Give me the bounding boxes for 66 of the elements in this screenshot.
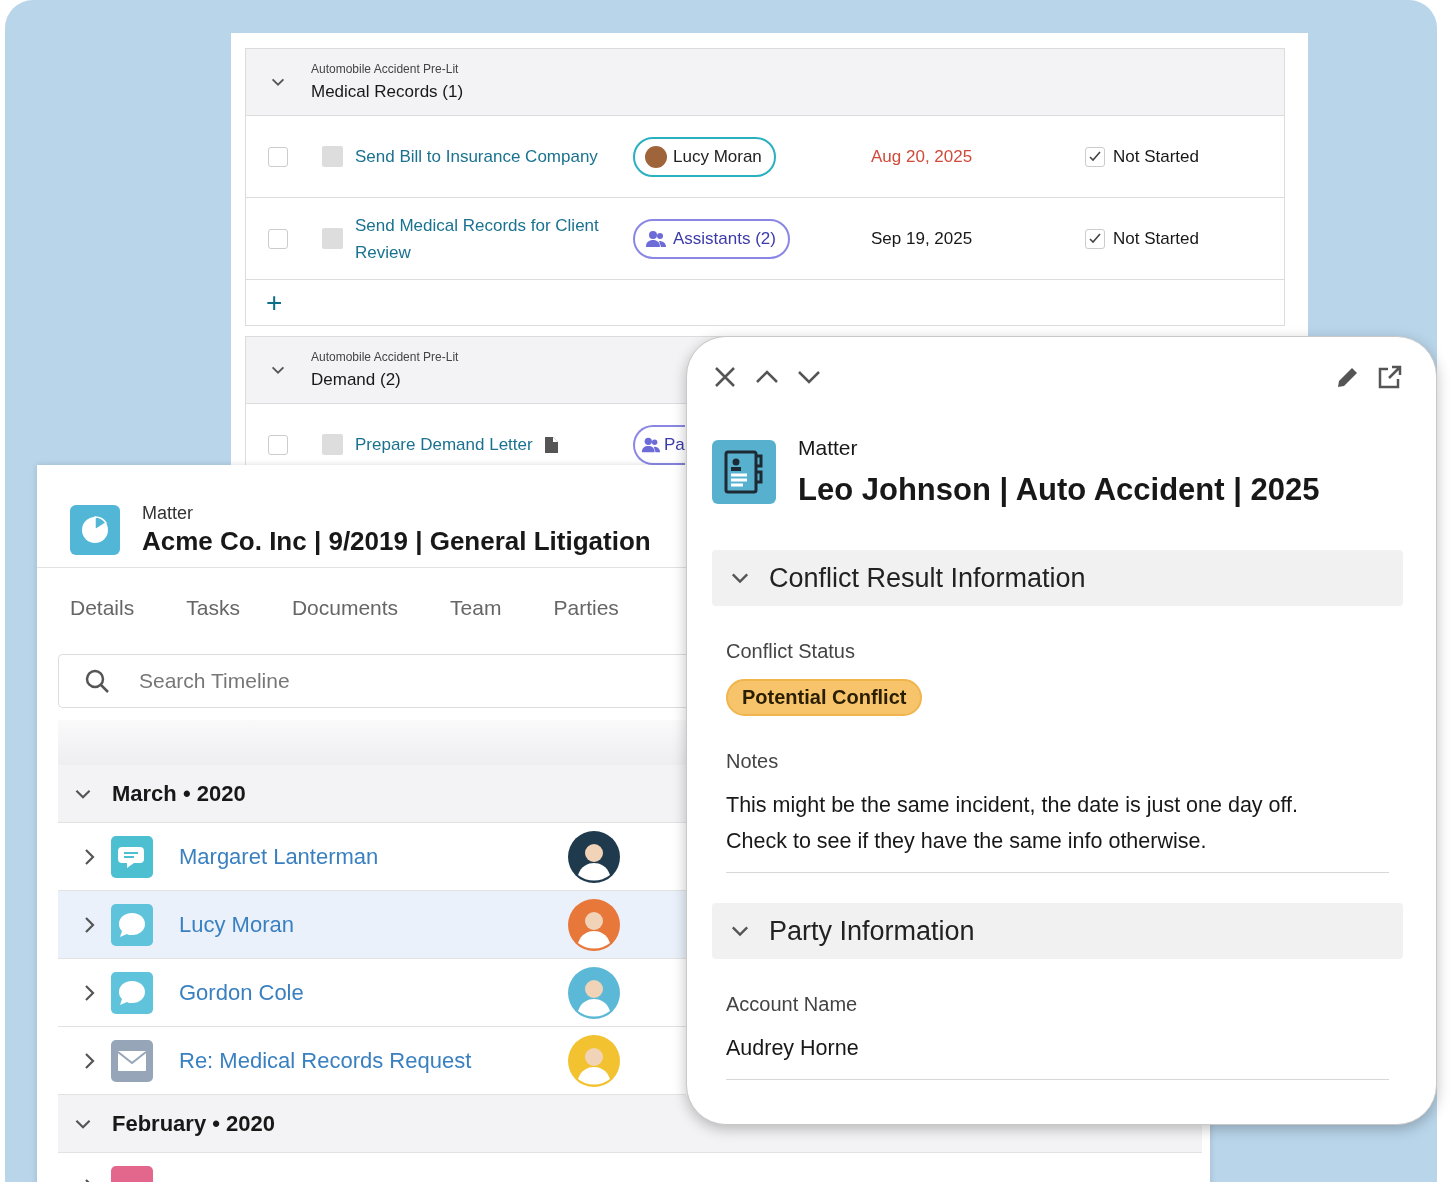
field-value: This might be the same incident, the date is just one day off. Check to see if they have the same info otherwise. xyxy=(726,792,1300,855)
tab[interactable]: Details xyxy=(70,596,135,628)
status-checkbox[interactable] xyxy=(1085,146,1105,167)
contact-card-icon xyxy=(712,440,776,504)
object-label: Matter xyxy=(798,436,859,460)
speech-bubble-icon xyxy=(111,903,153,946)
checkbox[interactable] xyxy=(268,146,288,167)
status-badge: Potential Conflict xyxy=(726,679,923,716)
people-icon xyxy=(645,229,667,248)
checkbox[interactable] xyxy=(268,228,288,249)
chat-icon xyxy=(111,835,153,878)
group-title: Demand (2) xyxy=(311,370,402,390)
speech-bubble-icon xyxy=(111,971,153,1014)
checkbox[interactable] xyxy=(268,434,288,455)
task-link[interactable]: Prepare Demand Letter xyxy=(355,431,533,458)
avatar xyxy=(568,966,620,1019)
section-header[interactable]: Conflict Result Information xyxy=(712,550,1403,606)
due-date: Aug 20, 2025 xyxy=(871,146,974,167)
tab[interactable]: Parties xyxy=(553,596,619,628)
object-label: Matter xyxy=(142,503,194,524)
timeline-link[interactable]: Margaret Lanterman xyxy=(179,843,568,870)
section-header[interactable]: Party Information xyxy=(712,903,1403,959)
checkmark-icon xyxy=(1088,149,1102,164)
avatar xyxy=(568,898,620,951)
month-heading: February • 2020 xyxy=(112,1110,275,1137)
due-date: Sep 19, 2025 xyxy=(871,228,974,249)
add-task-button[interactable]: + xyxy=(266,288,283,317)
task-type-square xyxy=(322,146,343,167)
tab[interactable]: Team xyxy=(450,596,502,628)
search-field[interactable]: Search Timeline xyxy=(58,654,686,708)
group-category: Automobile Accident Pre-Lit xyxy=(311,62,460,76)
pie-chart-icon xyxy=(70,505,120,555)
record-title: Acme Co. Inc | 9/2019 | General Litigation xyxy=(142,526,651,557)
field-label: Conflict Status xyxy=(726,640,856,663)
timeline-link[interactable]: Lucy Moran xyxy=(179,911,568,938)
field-label: Notes xyxy=(726,750,780,773)
timeline-link[interactable]: Re: Medical Records Request xyxy=(179,1047,568,1074)
task-status: Not Started xyxy=(1113,228,1199,249)
tab[interactable]: Documents xyxy=(291,596,399,628)
avatar xyxy=(568,1034,620,1087)
tab[interactable]: Tasks xyxy=(186,596,240,628)
group-title: Medical Records (1) xyxy=(311,82,464,102)
assignee-pill[interactable]: Assistants (2) xyxy=(633,218,790,259)
assignee-pill[interactable]: Lucy Moran xyxy=(633,136,776,177)
task-type-square xyxy=(322,228,343,249)
checkmark-icon xyxy=(1088,231,1102,246)
people-icon xyxy=(641,435,661,454)
task-type-square xyxy=(322,434,343,455)
timeline-link[interactable]: Gordon Cole xyxy=(179,979,568,1006)
field-label: Account Name xyxy=(726,993,859,1016)
group-category: Automobile Accident Pre-Lit xyxy=(311,350,459,364)
record-title: Leo Johnson | Auto Accident | 2025 xyxy=(798,472,1320,508)
month-heading: March • 2020 xyxy=(112,780,246,807)
envelope-icon xyxy=(111,1039,153,1082)
avatar xyxy=(645,145,667,168)
task-status: Not Started xyxy=(1113,146,1199,167)
search-icon xyxy=(83,667,111,695)
external-link-icon[interactable] xyxy=(1377,364,1403,390)
task-link[interactable]: Send Medical Records for Client Review xyxy=(355,211,633,266)
avatar xyxy=(568,830,620,883)
field-value: Audrey Horne xyxy=(726,1035,860,1062)
status-checkbox[interactable] xyxy=(1085,228,1105,249)
timeline-row[interactable]: Lucy Moran xyxy=(58,891,686,959)
timeline-row[interactable]: Gordon Cole xyxy=(58,959,686,1027)
task-link[interactable]: Send Bill to Insurance Company xyxy=(355,143,598,170)
assignee-pill[interactable]: Pa xyxy=(633,424,685,465)
